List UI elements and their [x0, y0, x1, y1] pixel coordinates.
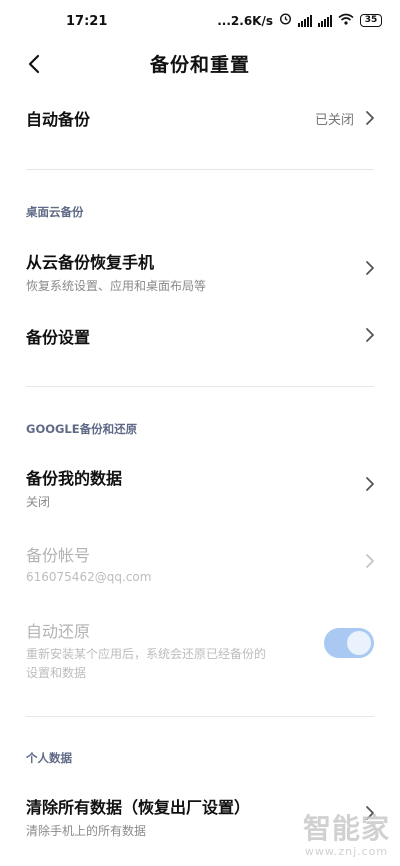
toggle-knob: [347, 631, 371, 655]
chevron-right-icon: [366, 328, 374, 342]
restore-from-cloud-title: 从云备份恢复手机: [26, 253, 155, 272]
chevron-right-icon: [366, 477, 374, 491]
header: 备份和重置: [0, 44, 400, 84]
wifi-icon: [338, 13, 354, 29]
status-icons: ...2.6K/s 35: [217, 12, 382, 29]
backup-my-data-title: 备份我的数据: [26, 469, 123, 488]
auto-restore-title: 自动还原: [26, 622, 91, 641]
auto-restore-toggle[interactable]: [324, 628, 374, 658]
section-label-google: GOOGLE备份和还原: [26, 422, 138, 436]
battery-icon: 35: [360, 14, 382, 27]
divider: [26, 386, 374, 387]
signal-hd-icon: [318, 14, 332, 27]
divider: [26, 716, 374, 717]
backup-settings-row[interactable]: 备份设置: [26, 324, 376, 348]
backup-account-email: 616075462@qq.com: [26, 570, 152, 584]
page-title: 备份和重置: [149, 54, 250, 76]
backup-settings-title: 备份设置: [26, 328, 91, 347]
auto-restore-subtitle: 重新安装某个应用后，系统会还原已经备份的 设置和数据: [26, 647, 267, 680]
watermark-url: www.znj.com: [304, 845, 389, 858]
section-label-desktop-cloud: 桌面云备份: [26, 205, 84, 219]
section-label-personal: 个人数据: [26, 751, 72, 765]
auto-backup-value: 已关闭: [314, 113, 354, 128]
backup-account-row[interactable]: 备份帐号 616075462@qq.com: [26, 542, 376, 584]
backup-my-data-subtitle: 关闭: [26, 495, 51, 509]
alarm-icon: [279, 12, 292, 29]
chevron-right-icon: [366, 111, 374, 125]
network-speed: ...2.6K/s: [217, 13, 273, 28]
auto-backup-row[interactable]: 自动备份 已关闭: [26, 106, 376, 130]
chevron-right-icon: [366, 554, 374, 568]
divider: [26, 169, 374, 170]
auto-restore-row: 自动还原 重新安装某个应用后，系统会还原已经备份的 设置和数据: [26, 618, 304, 680]
status-bar: 17:21 ...2.6K/s 35: [0, 0, 400, 44]
restore-from-cloud-row[interactable]: 从云备份恢复手机 恢复系统设置、应用和桌面布局等: [26, 249, 376, 293]
chevron-right-icon: [366, 261, 374, 275]
watermark: 智能家 www.znj.com: [303, 807, 390, 858]
status-time: 17:21: [66, 14, 108, 29]
watermark-logo: 智能家: [302, 812, 390, 845]
restore-from-cloud-subtitle: 恢复系统设置、应用和桌面布局等: [26, 279, 207, 293]
backup-my-data-row[interactable]: 备份我的数据 关闭: [26, 465, 376, 509]
signal-icon: [298, 14, 312, 27]
backup-account-title: 备份帐号: [26, 546, 91, 565]
